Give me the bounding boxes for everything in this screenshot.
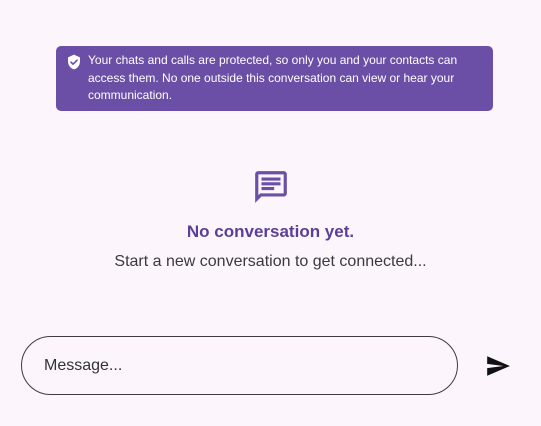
empty-conversation-state: No conversation yet. Start a new convers… [0, 168, 541, 272]
empty-state-title: No conversation yet. [186, 222, 355, 241]
chat-icon [252, 168, 290, 206]
encryption-notice-banner: Your chats and calls are protected, so o… [56, 46, 493, 111]
empty-state-subtitle: Start a new conversation to get connecte… [114, 253, 427, 270]
message-input[interactable] [42, 355, 437, 376]
send-icon [483, 353, 513, 379]
shield-check-icon [66, 54, 82, 70]
message-composer[interactable] [21, 336, 458, 395]
encryption-notice-text: Your chats and calls are protected, so o… [88, 53, 458, 103]
send-button[interactable] [478, 350, 518, 382]
